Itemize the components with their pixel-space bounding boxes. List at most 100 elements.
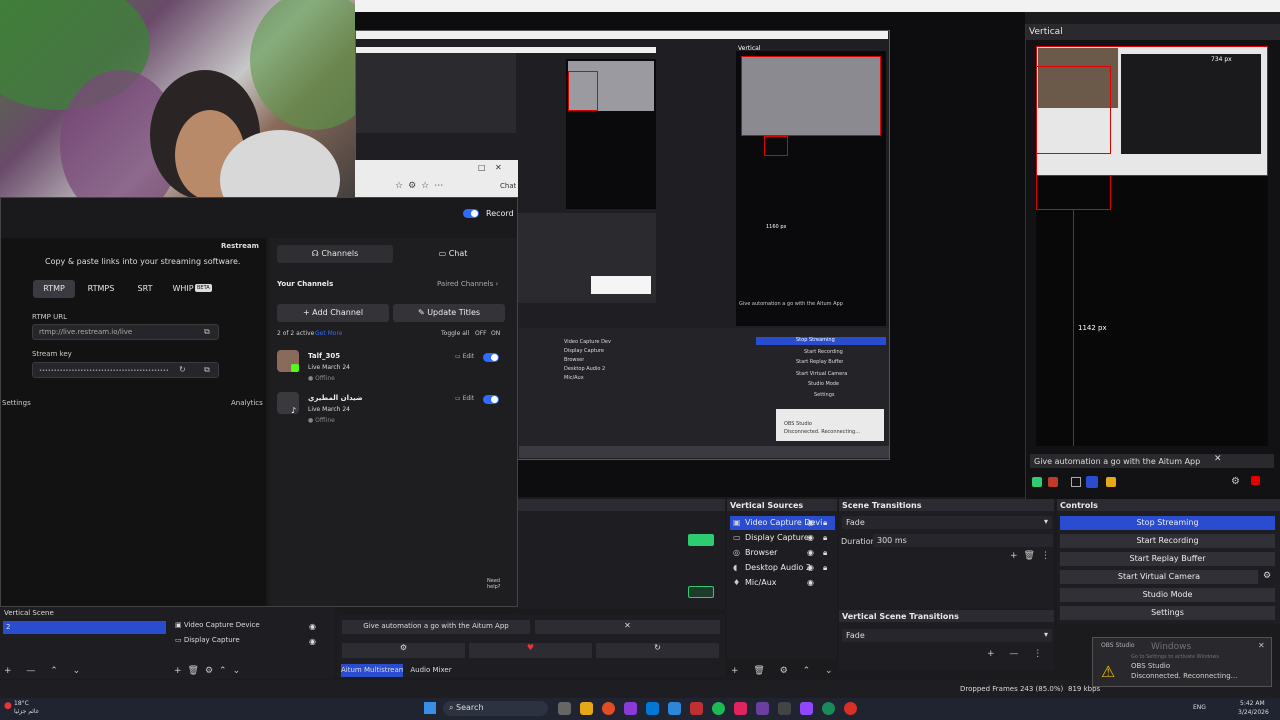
lock-icon[interactable]: 🔒︎ [823, 533, 827, 543]
lock-icon[interactable]: 🔒︎ [823, 518, 827, 528]
app-icon[interactable] [668, 702, 681, 715]
update-titles-button[interactable]: ✎ Update Titles [393, 304, 505, 322]
twitch-icon[interactable] [800, 702, 813, 715]
scene-source-row[interactable]: ▣ Video Capture Device [175, 621, 260, 629]
outlook-icon[interactable] [646, 702, 659, 715]
clock-date[interactable]: 3/24/2026 [1238, 709, 1269, 716]
toggle-off[interactable]: OFF [475, 330, 487, 337]
refresh-icon[interactable]: ↻ [179, 365, 186, 374]
square-icon[interactable] [1071, 477, 1081, 487]
rec-icon[interactable] [1251, 476, 1260, 485]
browser-extension-icons[interactable]: ☆⚙☆⋯ [395, 181, 448, 191]
gear-icon[interactable]: ⚙ [1263, 571, 1271, 581]
scene-item[interactable]: 2 [3, 621, 166, 634]
heart-icon[interactable]: ♥ [469, 643, 592, 658]
obs-notification[interactable]: OBS Studio Windows Go to Settings to act… [1092, 637, 1272, 687]
start-replay-buffer-button[interactable]: Start Replay Buffer [1060, 552, 1275, 566]
duration-input[interactable]: 300 ms [873, 534, 1053, 547]
tab-rtmps[interactable]: RTMPS [81, 280, 121, 298]
app-icon[interactable] [624, 702, 637, 715]
spotify-icon[interactable] [712, 702, 725, 715]
scene-toolbar[interactable]: + — ⌃ ⌄ [4, 666, 86, 676]
need-help-button[interactable]: Need help? [487, 578, 507, 590]
settings-button[interactable]: Settings [1060, 606, 1275, 620]
clock-time[interactable]: 5:42 AM [1240, 700, 1265, 707]
obs-icon[interactable] [778, 702, 791, 715]
channel-row[interactable]: ♪ ضيدان المطيري Live March 24 ● Offline … [277, 392, 509, 428]
vertical-transition-select[interactable]: Fade ▾ [842, 629, 1052, 642]
automation-banner-bottom[interactable]: Give automation a go with the Aitum App [342, 620, 530, 634]
replay-icon[interactable] [1106, 477, 1116, 487]
tab-srt[interactable]: SRT [129, 280, 161, 298]
eye-icon[interactable]: ◉ [807, 518, 814, 527]
stop-streaming-button[interactable]: Stop Streaming [1060, 516, 1275, 530]
analytics-link[interactable]: Analytics [231, 399, 263, 407]
toggle-on[interactable]: ON [491, 330, 500, 337]
transition-toolbar[interactable]: +🗑︎⋮ [1010, 551, 1056, 561]
language-indicator[interactable]: ENG [1193, 704, 1206, 711]
eye-icon[interactable]: ◉ [807, 563, 814, 572]
lock-icon[interactable]: 🔒︎ [823, 563, 827, 573]
record-icon[interactable] [1048, 477, 1058, 487]
gear-icon[interactable]: ⚙ [342, 643, 465, 658]
source-row[interactable]: ▣ Video Capture Devi [730, 516, 835, 530]
tab-whip[interactable]: WHIP [169, 280, 197, 298]
channel-toggle[interactable] [483, 395, 499, 404]
stream-icon[interactable] [1032, 477, 1042, 487]
stream-key-input[interactable]: ••••••••••••••••••••••••••••••••••••••••… [32, 362, 219, 378]
search-box[interactable]: ⌕ Search [443, 701, 548, 716]
paired-channels-link[interactable]: Paired Channels › [437, 280, 498, 288]
edge-icon[interactable] [822, 702, 835, 715]
eye-icon[interactable]: ◉ [807, 548, 814, 557]
app-icon[interactable] [734, 702, 747, 715]
eye-icon[interactable]: ◉ [309, 637, 316, 646]
tab-audio-mixer[interactable]: Audio Mixer [407, 664, 455, 677]
refresh-icon[interactable]: ↻ [596, 643, 719, 658]
tab-channels[interactable]: ☊ Channels [277, 245, 393, 263]
sources-toolbar[interactable]: + 🗑︎ ⚙ ⌃ ⌄ [731, 666, 839, 676]
rtmp-url-input[interactable]: rtmp://live.restream.io/live [32, 324, 219, 340]
app-icon[interactable] [690, 702, 703, 715]
get-more-link[interactable]: Get More [315, 330, 342, 337]
start-virtual-camera-button[interactable]: Start Virtual Camera [1060, 570, 1258, 584]
source-row[interactable]: ♦ Mic/Aux [730, 576, 835, 590]
eye-icon[interactable]: ◉ [309, 622, 316, 631]
file-explorer-icon[interactable] [580, 702, 593, 715]
eye-icon[interactable]: ◉ [807, 533, 814, 542]
settings-link[interactable]: Settings [2, 399, 31, 407]
maximize-icon[interactable]: □ [478, 163, 486, 172]
channel-toggle[interactable] [483, 353, 499, 362]
browser-chat-label[interactable]: Chat [500, 182, 516, 190]
edit-button[interactable]: ▭ Edit [455, 395, 474, 402]
scene-sources-toolbar[interactable]: +🗑︎⚙⌃⌄ [174, 666, 246, 676]
tab-chat[interactable]: ▭ Chat [395, 245, 511, 263]
source-row[interactable]: ◖ Desktop Audio 2 [730, 561, 835, 575]
app-icon[interactable] [756, 702, 769, 715]
edit-button[interactable]: ▭ Edit [455, 353, 474, 360]
eye-icon[interactable]: ◉ [807, 578, 814, 587]
copy-icon[interactable]: ⧉ [204, 365, 210, 375]
windows-start-icon[interactable] [424, 702, 436, 714]
close-icon[interactable]: ✕ [495, 163, 502, 172]
channel-row[interactable]: Talf_305 Live March 24 ● Offline ▭ Edit [277, 350, 509, 386]
tab-aitum-multistream[interactable]: Aitum Multistream [341, 664, 403, 677]
add-channel-button[interactable]: + Add Channel [277, 304, 389, 322]
app-icon[interactable] [844, 702, 857, 715]
scene-source-row[interactable]: ▭ Display Capture [175, 636, 240, 644]
transition-select[interactable]: Fade ▾ [842, 516, 1052, 529]
lock-icon[interactable]: 🔒︎ [823, 548, 827, 558]
close-icon[interactable]: ✕ [535, 620, 720, 634]
chrome-icon[interactable] [602, 702, 615, 715]
weather-icon[interactable]: ● [4, 701, 12, 711]
close-icon[interactable]: ✕ [1214, 454, 1222, 464]
vertical-transition-toolbar[interactable]: + — ⋮ [987, 649, 1048, 659]
source-row[interactable]: ▭ Display Capture [730, 531, 835, 545]
task-view-icon[interactable] [558, 702, 571, 715]
start-recording-button[interactable]: Start Recording [1060, 534, 1275, 548]
close-icon[interactable]: ✕ [1258, 641, 1265, 650]
toggle-switch[interactable] [463, 209, 479, 218]
studio-mode-button[interactable]: Studio Mode [1060, 588, 1275, 602]
gear-icon[interactable]: ⚙ [1231, 476, 1240, 487]
source-row[interactable]: ◎ Browser [730, 546, 835, 560]
tab-rtmp[interactable]: RTMP [33, 280, 75, 298]
